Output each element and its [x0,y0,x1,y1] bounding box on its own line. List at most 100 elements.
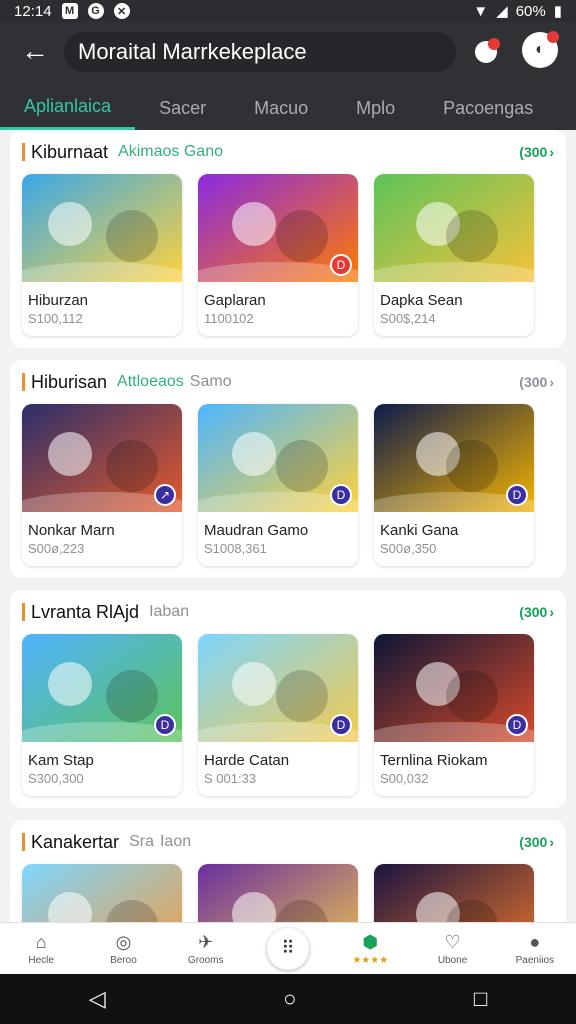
person-icon: ● [529,931,541,952]
app-card[interactable] [374,864,534,922]
app-name: Gaplaran [204,292,266,309]
heart-icon: ♡ [444,931,461,952]
section-title: Hiburisan [31,371,108,392]
compass-icon: ◎ [115,931,132,952]
app-thumbnail [374,174,534,282]
see-more-link[interactable]: (300 › [519,374,554,390]
nav-rewards[interactable]: ⬢ ★★★★ [329,923,411,974]
back-arrow-icon[interactable]: ← [18,34,52,68]
section-header: Hiburisan Attloeaos Samo (300 › [10,370,566,394]
see-more-label: (300 [519,374,548,390]
app-thumbnail: D [22,634,182,742]
nav-label: Grooms [187,955,224,966]
app-name: Hiburzan [28,292,89,309]
tab-3[interactable]: Mplo [332,86,419,130]
content-feed[interactable]: Kiburnaat Akimaos Gano (300 › Hiburzan S10… [0,130,576,922]
character-body [276,670,328,722]
app-price: S300,300 [28,771,84,786]
app-card[interactable]: D Ternlina Riokam S00,032 [374,634,534,796]
section-header: Lvranta RlAjd Iaban (300 › [10,600,566,624]
section-accent-bar [22,603,25,621]
section-subtitle: Iaban [149,603,190,620]
section-subtitle-2: Samo [189,373,232,390]
bottom-navigation: ⌂ Hecle ◎ Beroo ✈ Grooms ⠿ ⬢ ★★★★ ♡ Ubone ● Pa… [0,922,576,974]
see-more-link[interactable]: (300 › [519,604,554,620]
app-name: Kam Stap [28,752,94,769]
section-subtitle-2: Iaon [159,833,192,850]
see-more-label: (300 [519,834,548,850]
app-name: Dapka Sean [380,292,463,309]
nav-label: Hecle [28,955,54,966]
app-card[interactable]: Dapka Sean S00$,214 [374,174,534,336]
app-card[interactable]: D Maudran Gamo S1008,361 [198,404,358,566]
nav-apps[interactable]: ⠿ [247,923,329,974]
app-price: S100,112 [28,311,83,326]
tab-0[interactable]: Aplianlaica [0,86,136,130]
nav-games[interactable]: ✈ Grooms [165,923,247,974]
app-card[interactable]: D Kam Stap S300,300 [22,634,182,796]
section-header: Kiburnaat Akimaos Gano (300 › [10,140,566,164]
system-back-icon[interactable]: ◁ [89,986,106,1012]
blocked-icon: ✕ [113,3,130,19]
character-head [232,432,276,476]
home-icon: ⌂ [35,931,47,952]
app-price: S00$,214 [380,311,436,326]
app-card[interactable]: D Harde Catan S 001:33 [198,634,358,796]
app-card[interactable] [198,864,358,922]
section-3: Kanakertar Sra Iaon (300 › [10,820,566,922]
app-thumbnail: D [198,634,358,742]
app-card[interactable] [22,864,182,922]
character-body [106,210,158,262]
section-1: Hiburisan Attloeaos Samo (300 › ↗ Nonkar Ma… [10,360,566,578]
section-accent-bar [22,833,25,851]
app-card[interactable]: Hiburzan S100,112 [22,174,182,336]
nav-explore[interactable]: ◎ Beroo [82,923,164,974]
nav-favorites[interactable]: ♡ Ubone [411,923,493,974]
avatar[interactable]: ◐ [522,31,559,68]
app-thumbnail [374,864,534,922]
system-home-icon[interactable]: ○ [283,986,296,1012]
app-thumbnail: D [374,404,534,512]
system-nav-bar: ◁ ○ □ [0,974,576,1024]
app-card[interactable]: D Kanki Gana S00ø,350 [374,404,534,566]
platform-badge-icon: D [330,484,352,506]
rocket-icon: ✈ [198,931,214,952]
card-row [10,854,566,922]
nav-label: Paeniios [515,955,554,966]
thumbnail-background [22,864,182,922]
nav-profile[interactable]: ● Paeniios [494,923,576,974]
tab-1[interactable]: Sacer [135,86,230,130]
section-title: Lvranta RlAjd [31,601,140,622]
card-row: ↗ Nonkar Marn S00ø,223 D Maudran Gamo S1… [10,394,566,578]
system-recents-icon[interactable]: □ [474,986,487,1012]
search-field[interactable]: Moraital Marrkekeplace [64,32,456,72]
platform-badge-icon: D [330,254,352,276]
app-name: Ternlina Riokam [380,752,488,769]
section-header: Kanakertar Sra Iaon (300 › [10,830,566,854]
nav-home[interactable]: ⌂ Hecle [0,923,82,974]
character-head [48,202,92,246]
app-price: S 001:33 [204,771,257,786]
chevron-right-icon: › [549,834,554,850]
app-bar: ← Moraital Marrkekeplace ◐ Aplianlaica S… [0,22,576,130]
status-bar: 12:14 M G ✕ ▼ ◢ 60% ▮ [0,0,576,22]
see-more-link[interactable]: (300 › [519,834,554,850]
card-row: Hiburzan S100,112 D Gaplaran 1100102 Dap… [10,164,566,348]
notification-bell-icon[interactable] [470,36,502,68]
nav-label: Beroo [110,955,137,966]
app-card[interactable]: ↗ Nonkar Marn S00ø,223 [22,404,182,566]
character-body [446,210,498,262]
tab-4[interactable]: Pacoengas [419,86,557,130]
platform-badge-icon: D [330,714,352,736]
see-more-label: (300 [519,604,548,620]
shield-icon: ⬢ [362,931,379,952]
platform-badge-icon: ↗ [154,484,176,506]
app-price: S00ø,350 [380,541,437,556]
see-more-link[interactable]: (300 › [519,144,554,160]
character-head [48,432,92,476]
app-price: 1100102 [204,311,254,326]
section-accent-bar [22,143,25,161]
tab-2[interactable]: Macuo [230,86,332,130]
section-subtitle: Akimaos Gano [118,143,223,160]
app-card[interactable]: D Gaplaran 1100102 [198,174,358,336]
